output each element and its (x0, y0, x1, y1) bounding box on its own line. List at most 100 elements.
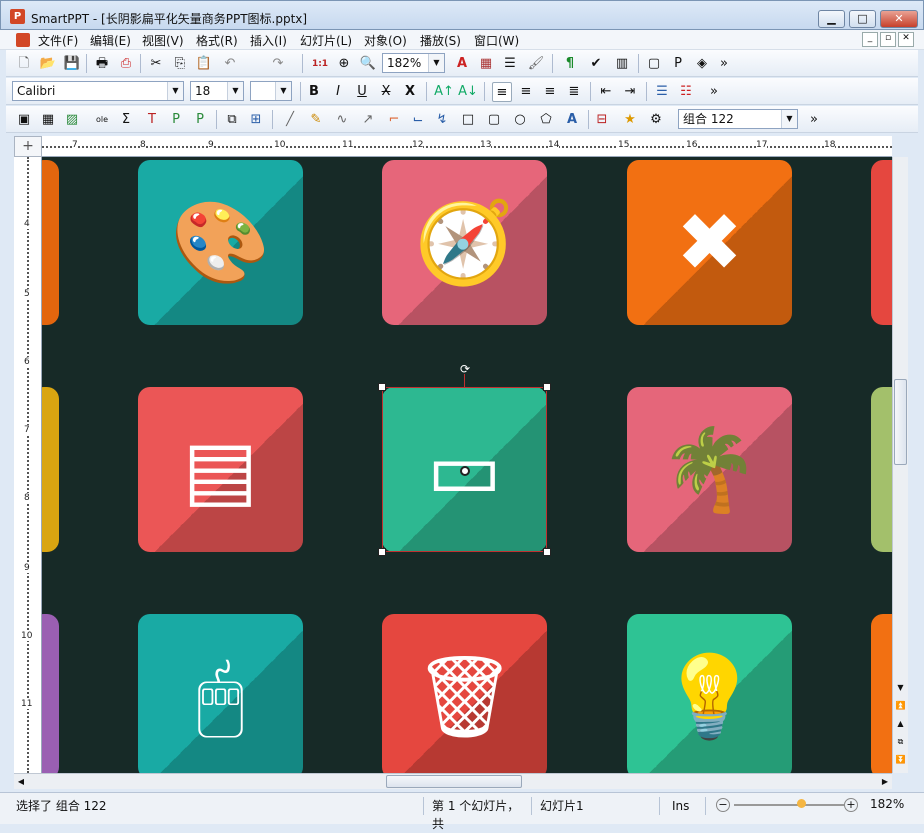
table-icon[interactable]: ▦ (476, 54, 496, 74)
placeholder-p-icon[interactable]: P (166, 110, 186, 130)
elbow-connector-icon[interactable]: ⌙ (408, 110, 428, 130)
shrink-font-icon[interactable]: A↓ (458, 82, 478, 102)
bullets-icon[interactable]: ☰ (652, 82, 672, 102)
format-painter-icon[interactable]: 🖌 (526, 54, 546, 74)
object-name-select[interactable]: 组合 122 ▼ (678, 109, 798, 129)
lightbulb-tile[interactable]: 💡 (627, 614, 792, 773)
font-size-select[interactable]: 18 ▼ (190, 81, 244, 101)
prev-slide-icon[interactable]: ⏫ (894, 701, 907, 715)
menu-format[interactable]: 格式(R) (196, 32, 238, 49)
palette-tile[interactable]: 🎨 (138, 160, 303, 325)
ole-frame-icon[interactable]: ole (92, 110, 112, 130)
object-props-icon[interactable]: ⚙ (646, 110, 666, 130)
layers-icon[interactable]: ◈ (692, 54, 712, 74)
scroll-down-icon[interactable]: ▼ (894, 683, 907, 697)
vscroll-thumb[interactable] (894, 379, 907, 465)
title-placeholder-icon[interactable]: T (142, 110, 162, 130)
vertical-scrollbar[interactable]: ▼ ⏫ ▲ ⧉ ⏬ (892, 157, 908, 773)
open-folder-icon[interactable]: 📂 (38, 54, 58, 74)
curved-connector-icon[interactable]: ↯ (432, 110, 452, 130)
insert-mode[interactable]: Ins (668, 797, 706, 815)
horizontal-scrollbar[interactable]: ◀ ▶ (14, 773, 892, 789)
rounded-rect-tool-icon[interactable]: ▢ (484, 110, 504, 130)
slide-layout-icon[interactable]: P (668, 54, 688, 74)
ungroup-icon[interactable]: ⊞ (246, 110, 266, 130)
grow-font-icon[interactable]: A↑ (434, 82, 454, 102)
doc-minimize-button[interactable]: _ (862, 32, 878, 47)
partial-tile[interactable] (42, 614, 59, 773)
redo-icon[interactable]: ↷ (268, 54, 288, 74)
hscroll-thumb[interactable] (386, 775, 522, 788)
justify-icon[interactable]: ≣ (564, 82, 584, 102)
minimize-button[interactable]: ▁ (818, 10, 845, 28)
align-center-icon[interactable]: ≡ (516, 82, 536, 102)
picture-frame-icon[interactable]: ▨ (62, 110, 82, 130)
menu-object[interactable]: 对象(O) (364, 32, 407, 49)
palm-tree-tile[interactable]: 🌴 (627, 387, 792, 552)
save-icon[interactable]: 💾 (62, 54, 82, 74)
toolbar-more-3[interactable]: » (804, 110, 824, 130)
resize-handle-sw[interactable] (378, 548, 386, 556)
menu-edit[interactable]: 编辑(E) (90, 32, 131, 49)
next-slide-icon[interactable]: ⏬ (894, 755, 907, 769)
cut-icon[interactable]: ✂ (146, 54, 166, 74)
slide-canvas[interactable]: 🎨 🧭 ✖ ▤ ▭ 🌴 🖱 🗑 💡 ⟳ (42, 157, 892, 773)
table-frame-icon[interactable]: ▦ (38, 110, 58, 130)
up-arrow-icon[interactable]: ▲ (894, 719, 907, 733)
outdent-icon[interactable]: ⇤ (596, 82, 616, 102)
arrow-tool-icon[interactable]: ↗ (358, 110, 378, 130)
ruler-origin[interactable]: + (14, 136, 42, 157)
italic-button[interactable]: I (328, 82, 348, 102)
copy-icon[interactable]: ⎘ (170, 54, 190, 74)
menu-insert[interactable]: 插入(I) (250, 32, 287, 49)
actual-size-icon[interactable]: 1:1 (310, 54, 330, 74)
resize-handle-ne[interactable] (543, 383, 551, 391)
pdf-icon[interactable]: ⎙ (116, 54, 136, 74)
scroll-right-icon[interactable]: ▶ (878, 775, 892, 789)
menu-window[interactable]: 窗口(W) (474, 32, 519, 49)
menu-slide[interactable]: 幻灯片(L) (300, 32, 352, 49)
shapes-tool-icon[interactable]: ⬠ (536, 110, 556, 130)
partial-tile[interactable] (42, 387, 59, 552)
print-icon[interactable]: 🖶 (92, 54, 112, 74)
vertical-ruler[interactable]: 4 5 6 7 8 9 10 11 (14, 157, 42, 773)
doc-restore-button[interactable]: ▫ (880, 32, 896, 47)
group-icon[interactable]: ⧉ (222, 110, 242, 130)
notebook-tile[interactable]: ▤ (138, 387, 303, 552)
maximize-button[interactable]: □ (849, 10, 876, 28)
strikethrough-button[interactable]: X (376, 82, 396, 102)
bold-button[interactable]: B (304, 82, 324, 102)
underline-button[interactable]: U (352, 82, 372, 102)
wordart-icon[interactable]: A (562, 110, 582, 130)
template-icon[interactable]: ▢ (644, 54, 664, 74)
zoom-slider-thumb[interactable] (797, 799, 806, 808)
close-x-tile[interactable]: ✖ (627, 160, 792, 325)
font-name-select[interactable]: Calibri ▼ (12, 81, 184, 101)
partial-tile[interactable] (42, 160, 59, 325)
selection-box[interactable]: ⟳ (378, 362, 551, 556)
zoom-in-button[interactable]: + (844, 798, 858, 812)
menu-view[interactable]: 视图(V) (142, 32, 184, 49)
zoom-slider[interactable] (734, 804, 844, 806)
paragraph-mark-icon[interactable]: ¶ (560, 54, 580, 74)
star-effect-icon[interactable]: ★ (620, 110, 640, 130)
text-frame-icon[interactable]: ▣ (14, 110, 34, 130)
resize-handle-se[interactable] (543, 548, 551, 556)
close-button[interactable]: ✕ (880, 10, 918, 28)
toolbar-more-1[interactable]: » (714, 54, 734, 74)
partial-tile[interactable] (871, 614, 892, 773)
line-tool-icon[interactable]: ╱ (280, 110, 300, 130)
mouse-tile[interactable]: 🖱 (138, 614, 303, 773)
align-objects-icon[interactable]: ⊟ (592, 110, 612, 130)
text-color-icon[interactable]: A (452, 54, 472, 74)
numbering-icon[interactable]: ☷ (676, 82, 696, 102)
new-doc-icon[interactable]: 🗋 (14, 54, 34, 74)
trash-tile[interactable]: 🗑 (382, 614, 547, 773)
rotate-handle-icon[interactable]: ⟳ (457, 362, 473, 376)
zoom-select[interactable]: 182% ▼ (382, 53, 445, 73)
align-left-icon[interactable]: ≡ (492, 82, 512, 102)
horizontal-ruler[interactable]: 7 8 9 10 11 12 13 14 15 16 17 18 (42, 136, 892, 157)
menu-file[interactable]: 文件(F) (38, 32, 78, 49)
placeholder-p2-icon[interactable]: P (190, 110, 210, 130)
rectangle-tool-icon[interactable]: □ (458, 110, 478, 130)
